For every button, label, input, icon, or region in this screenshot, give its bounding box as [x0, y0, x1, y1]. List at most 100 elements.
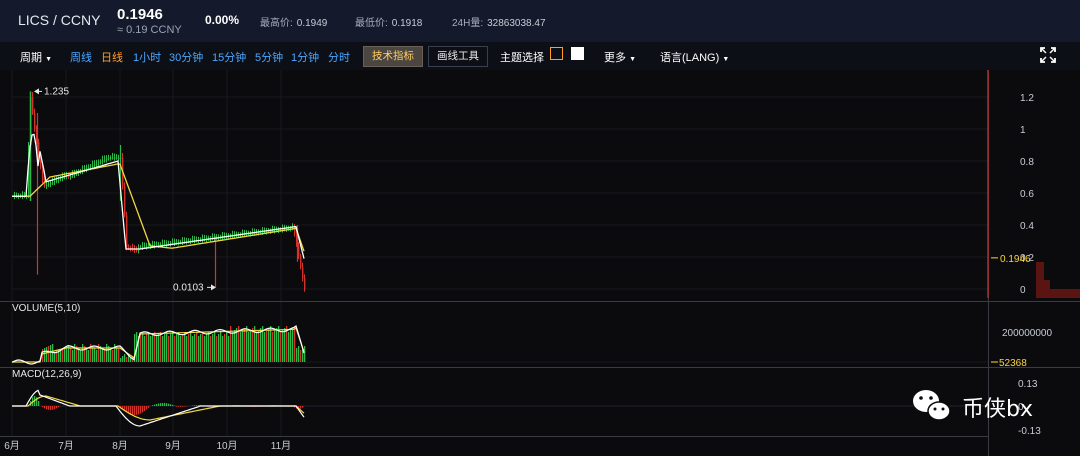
- chevron-down-icon: ▼: [629, 56, 636, 63]
- candle-body: [32, 97, 34, 113]
- macd-histogram-bar: [56, 406, 58, 409]
- period-5m[interactable]: 5分钟: [255, 49, 283, 65]
- macd-histogram-bar: [170, 404, 172, 406]
- candle-body: [148, 246, 150, 248]
- macd-histogram-bar: [172, 404, 174, 406]
- ticker-header: LICS / CCNY 0.1946 ≈ 0.19 CCNY 0.00% 最高价…: [0, 0, 1080, 42]
- volume-bar: [184, 332, 186, 362]
- macd-axis-tick: 0.13: [1018, 379, 1038, 390]
- candle-body: [100, 161, 102, 163]
- period-dropdown[interactable]: 周期 ▼: [20, 49, 52, 65]
- macd-histogram-bar: [142, 406, 144, 413]
- volume-bar: [126, 357, 128, 362]
- candle-body: [88, 167, 90, 169]
- volume-bar: [64, 347, 66, 362]
- watermark-text: 币侠bx: [962, 397, 1033, 422]
- macd-histogram-bar: [58, 406, 60, 408]
- chevron-down-icon: ▼: [722, 56, 730, 63]
- indicators-button[interactable]: 技术指标: [363, 46, 423, 67]
- candle-body: [266, 231, 268, 233]
- time-axis-tick: 10月: [216, 440, 237, 452]
- price-axis-tick: 0.6: [1020, 189, 1034, 200]
- fullscreen-icon[interactable]: [1040, 47, 1056, 63]
- macd-histogram-bar: [154, 404, 156, 406]
- theme-light-swatch[interactable]: [571, 47, 584, 60]
- pair-name: LICS / CCNY: [18, 12, 101, 28]
- volume-bar: [160, 332, 162, 362]
- volume-bar: [248, 332, 250, 362]
- period-15m[interactable]: 15分钟: [212, 49, 246, 65]
- theme-dark-swatch[interactable]: [550, 47, 563, 60]
- volume-bar: [104, 350, 106, 362]
- period-timeline[interactable]: 分时: [328, 49, 350, 65]
- price-axis-tick: 1: [1020, 125, 1026, 136]
- volume-bar: [158, 334, 160, 362]
- period-30m[interactable]: 30分钟: [169, 49, 203, 65]
- volume-bar: [294, 326, 296, 362]
- volume-axis-tick: 200000000: [1002, 328, 1052, 339]
- candle-body: [52, 182, 54, 184]
- volume-bar: [146, 334, 148, 362]
- macd-histogram-bar: [176, 406, 178, 407]
- volume-bar: [80, 350, 82, 362]
- volume-bar: [62, 348, 64, 362]
- candle-body: [118, 157, 120, 159]
- macd-histogram-bar: [156, 403, 158, 406]
- more-dropdown[interactable]: 更多 ▼: [604, 49, 636, 65]
- time-axis-tick: 6月: [4, 440, 20, 452]
- candle-body: [144, 246, 146, 248]
- macd-histogram-bar: [182, 406, 184, 407]
- drawing-tools-button[interactable]: 画线工具: [428, 46, 488, 67]
- candle-body: [48, 184, 50, 186]
- volume-bar: [256, 332, 258, 362]
- macd-histogram-bar: [180, 406, 182, 407]
- volume-bar: [130, 358, 132, 362]
- volume-bar: [204, 336, 206, 362]
- volume-bar: [192, 336, 194, 362]
- macd-histogram-bar: [300, 406, 302, 409]
- macd-histogram-bar: [144, 406, 146, 412]
- volume-bar: [88, 350, 90, 362]
- volume-bar: [288, 332, 290, 362]
- macd-histogram-bar: [140, 406, 142, 414]
- kline-chart[interactable]: 1.210.80.60.40.206月 7月 8月 9月 10月 11月200000000…: [0, 70, 1080, 456]
- volume-bar: [46, 347, 48, 362]
- volume-bar: [172, 332, 174, 362]
- high-price-stat: 最高价: 0.1949: [260, 14, 327, 29]
- period-week[interactable]: 周线: [70, 49, 92, 65]
- volume-bar: [300, 350, 302, 362]
- candle-body: [126, 215, 128, 248]
- macd-panel-title: MACD(12,26,9): [12, 369, 81, 380]
- macd-histogram-bar: [178, 406, 180, 407]
- macd-histogram-bar: [50, 406, 52, 410]
- candle-body: [56, 180, 58, 182]
- volume-bar: [206, 334, 208, 362]
- macd-histogram-bar: [42, 406, 44, 408]
- volume-bar: [180, 336, 182, 362]
- period-label: 周期: [20, 52, 42, 64]
- volume-bar: [260, 328, 262, 362]
- volume-bar: [252, 328, 254, 362]
- volume-bar: [202, 332, 204, 362]
- period-1m[interactable]: 1分钟: [291, 49, 319, 65]
- candle-body: [72, 175, 74, 177]
- price-axis-tick: 0.8: [1020, 157, 1034, 168]
- low-price-stat: 最低价: 0.1918: [355, 14, 422, 29]
- volume-bar: [222, 336, 224, 362]
- price-axis-tick: 0.4: [1020, 221, 1034, 232]
- min-price-label: 0.0103: [173, 282, 204, 293]
- candle-body: [124, 186, 126, 216]
- period-1h[interactable]: 1小时: [133, 49, 161, 65]
- volume-bar: [164, 334, 166, 362]
- macd-histogram-bar: [302, 406, 304, 408]
- volume-bar: [166, 332, 168, 362]
- time-axis-tick: 8月: [112, 440, 128, 452]
- volume-bar: [194, 334, 196, 362]
- macd-histogram-bar: [164, 403, 166, 406]
- volume-bar: [244, 328, 246, 362]
- period-day[interactable]: 日线: [101, 49, 123, 65]
- theme-label: 主题选择: [500, 52, 544, 64]
- language-dropdown[interactable]: 语言(LANG) ▼: [660, 49, 729, 65]
- volume-bar: [276, 328, 278, 362]
- current-price: 0.1946: [117, 6, 163, 23]
